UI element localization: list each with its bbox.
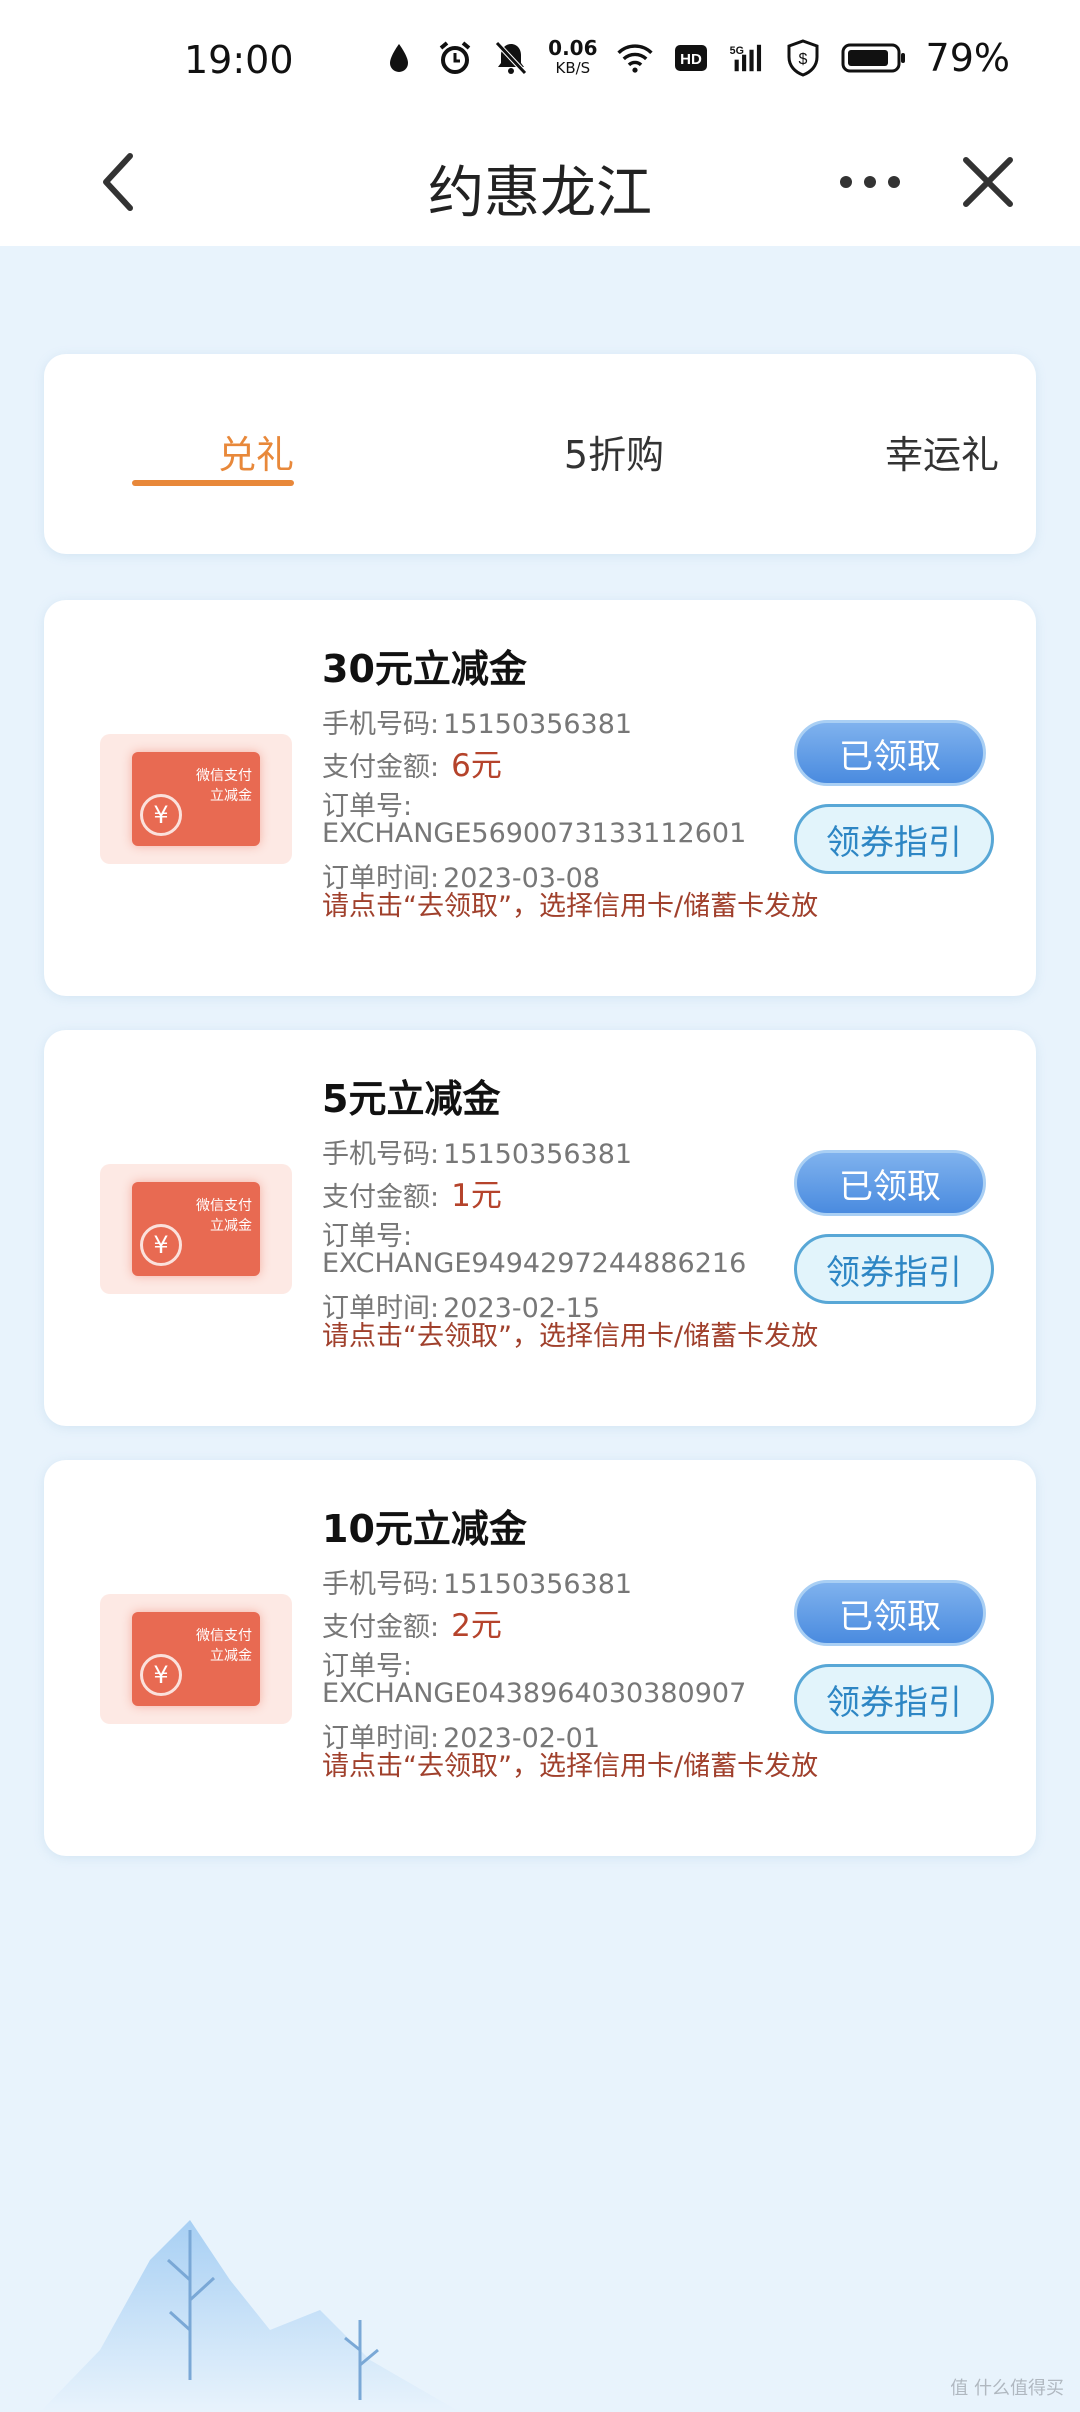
phone-label: 手机号码: bbox=[322, 1569, 440, 1600]
phone-line: 手机号码: 15150356381 bbox=[322, 1562, 632, 1601]
claimed-button[interactable]: 已领取 bbox=[794, 720, 986, 786]
pay-amount-label: 支付金额: bbox=[322, 752, 440, 783]
pay-amount-label: 支付金额: bbox=[322, 1612, 440, 1643]
hd-icon: HD bbox=[672, 39, 710, 77]
yen-icon: ¥ bbox=[140, 1224, 182, 1266]
wifi-icon bbox=[616, 39, 654, 77]
thumb-label-line2: 立减金 bbox=[210, 1648, 252, 1664]
thumb-label-line1: 微信支付 bbox=[196, 1198, 252, 1214]
yen-icon: ¥ bbox=[140, 794, 182, 836]
wechat-pay-coupon-image: 微信支付 立减金 ¥ bbox=[132, 1612, 260, 1706]
coupon-card: 微信支付 立减金 ¥ 5元立减金 手机号码: 15150356381 支付金额: 1… bbox=[44, 1030, 1036, 1426]
phone-value: 15150356381 bbox=[443, 1569, 633, 1600]
tab-lucky-gift[interactable]: 幸运礼 bbox=[862, 424, 1022, 479]
order-number: EXCHANGE0438964030380907 bbox=[322, 1678, 747, 1709]
wechat-pay-coupon-image: 微信支付 立减金 ¥ bbox=[132, 752, 260, 846]
shield-dollar-icon: $ bbox=[784, 39, 822, 77]
mountain-decoration bbox=[40, 2220, 460, 2412]
thumb-label: 微信支付 立减金 bbox=[196, 1196, 252, 1236]
page-title: 约惠龙江 bbox=[428, 161, 652, 226]
pay-amount-label: 支付金额: bbox=[322, 1182, 440, 1213]
claim-notice: 请点击“去领取”，选择信用卡/储蓄卡发放 bbox=[322, 1321, 819, 1352]
more-dots-icon bbox=[840, 176, 900, 188]
thumb-label-line1: 微信支付 bbox=[196, 1628, 252, 1644]
claimed-button[interactable]: 已领取 bbox=[794, 1580, 986, 1646]
coupon-title: 30元立减金 bbox=[322, 647, 527, 691]
close-icon bbox=[963, 157, 1013, 207]
thumb-label-line1: 微信支付 bbox=[196, 768, 252, 784]
tabs-card: 兑礼 5折购 幸运礼 bbox=[44, 354, 1036, 554]
phone-line: 手机号码: 15150356381 bbox=[322, 1132, 632, 1171]
phone-value: 15150356381 bbox=[443, 709, 633, 740]
coupon-guide-button[interactable]: 领券指引 bbox=[794, 1664, 994, 1734]
svg-text:$: $ bbox=[798, 51, 807, 68]
net-speed: 0.06 KB/S bbox=[548, 38, 597, 78]
phone-value: 15150356381 bbox=[443, 1139, 633, 1170]
battery-percent: 79% bbox=[925, 36, 1010, 80]
pay-amount-line: 支付金额: 2元 bbox=[322, 1600, 502, 1645]
coupon-card: 微信支付 立减金 ¥ 10元立减金 手机号码: 15150356381 支付金额:… bbox=[44, 1460, 1036, 1856]
nav-bar: 约惠龙江 bbox=[0, 122, 1080, 246]
claim-notice: 请点击“去领取”，选择信用卡/储蓄卡发放 bbox=[322, 1751, 819, 1782]
thumb-label: 微信支付 立减金 bbox=[196, 766, 252, 806]
tab-exchange-gift[interactable]: 兑礼 bbox=[176, 424, 336, 479]
mute-bell-icon bbox=[492, 39, 530, 77]
net-speed-value: 0.06 bbox=[548, 36, 598, 60]
coupon-title: 10元立减金 bbox=[322, 1507, 527, 1551]
pay-amount-line: 支付金额: 6元 bbox=[322, 740, 502, 785]
yen-icon: ¥ bbox=[140, 1654, 182, 1696]
status-icons: 0.06 KB/S HD 5G $ 79% bbox=[380, 36, 1010, 80]
coupon-thumbnail: 微信支付 立减金 ¥ bbox=[100, 1164, 292, 1294]
claim-notice: 请点击“去领取”，选择信用卡/储蓄卡发放 bbox=[322, 891, 819, 922]
pay-amount-value: 2元 bbox=[451, 1608, 502, 1644]
coupon-guide-button[interactable]: 领券指引 bbox=[794, 1234, 994, 1304]
order-number: EXCHANGE9494297244886216 bbox=[322, 1248, 747, 1279]
thumb-label-line2: 立减金 bbox=[210, 788, 252, 804]
svg-text:HD: HD bbox=[680, 51, 702, 68]
pay-amount-value: 6元 bbox=[451, 748, 502, 784]
phone-line: 手机号码: 15150356381 bbox=[322, 702, 632, 741]
coupon-thumbnail: 微信支付 立减金 ¥ bbox=[100, 734, 292, 864]
thumb-label-line2: 立减金 bbox=[210, 1218, 252, 1234]
tab-half-price[interactable]: 5折购 bbox=[504, 424, 724, 479]
coupon-guide-button[interactable]: 领券指引 bbox=[794, 804, 994, 874]
alarm-icon bbox=[436, 39, 474, 77]
watermark: 值 什么值得买 bbox=[950, 2378, 1064, 2399]
order-number: EXCHANGE5690073133112601 bbox=[322, 818, 747, 849]
water-drop-icon bbox=[380, 39, 418, 77]
status-bar: 19:00 0.06 KB/S HD 5G $ 79% bbox=[0, 0, 1080, 122]
phone-label: 手机号码: bbox=[322, 709, 440, 740]
svg-text:5G: 5G bbox=[729, 45, 743, 57]
wechat-pay-coupon-image: 微信支付 立减金 ¥ bbox=[132, 1182, 260, 1276]
close-button[interactable] bbox=[948, 142, 1028, 222]
phone-label: 手机号码: bbox=[322, 1139, 440, 1170]
pay-amount-line: 支付金额: 1元 bbox=[322, 1170, 502, 1215]
more-button[interactable] bbox=[830, 142, 910, 222]
signal-5g-icon: 5G bbox=[728, 39, 766, 77]
thumb-label: 微信支付 立减金 bbox=[196, 1626, 252, 1666]
coupon-title: 5元立减金 bbox=[322, 1077, 501, 1121]
claimed-button[interactable]: 已领取 bbox=[794, 1150, 986, 1216]
coupon-thumbnail: 微信支付 立减金 ¥ bbox=[100, 1594, 292, 1724]
coupon-card: 微信支付 立减金 ¥ 30元立减金 手机号码: 15150356381 支付金额:… bbox=[44, 600, 1036, 996]
status-time: 19:00 bbox=[184, 38, 294, 82]
net-speed-unit: KB/S bbox=[555, 59, 591, 77]
active-tab-indicator bbox=[132, 480, 294, 486]
pay-amount-value: 1元 bbox=[451, 1178, 502, 1214]
battery-icon bbox=[840, 39, 908, 77]
